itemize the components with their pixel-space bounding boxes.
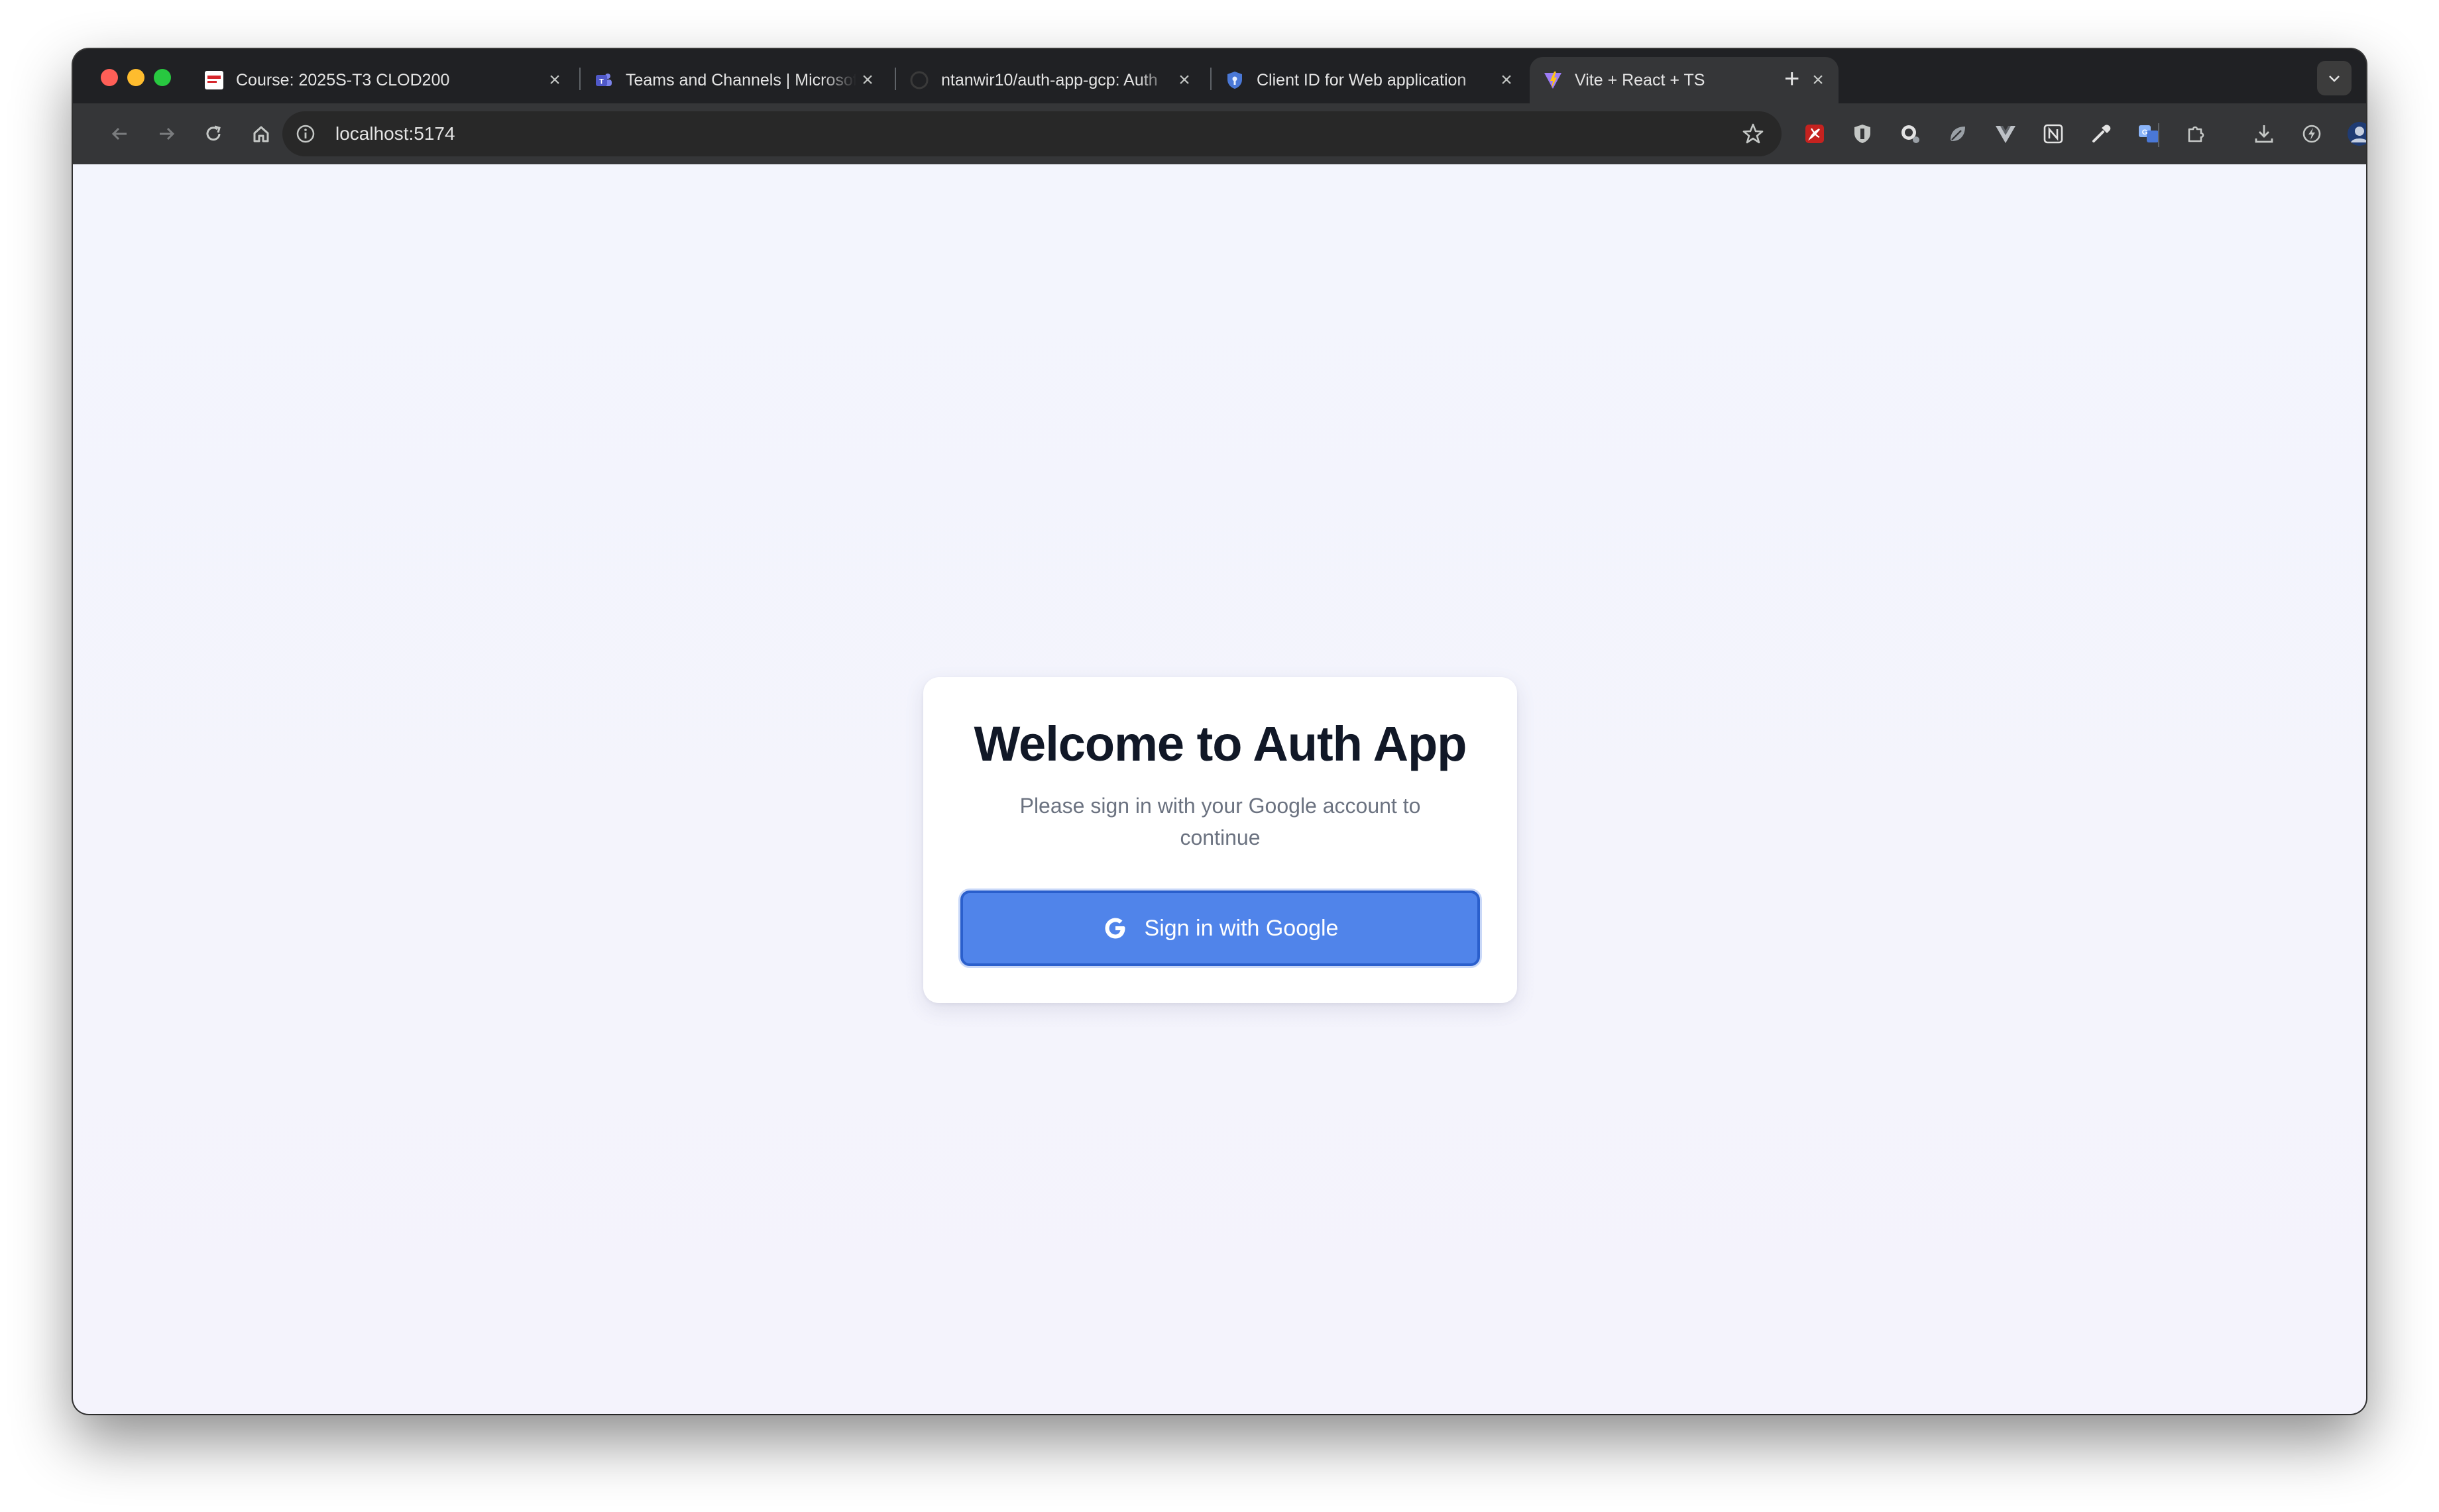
bookmark-star-icon[interactable] <box>1742 121 1764 150</box>
tab-teams[interactable]: T Teams and Channels | Microsoft × <box>581 57 888 103</box>
back-arrow-icon <box>111 127 127 140</box>
browser-window: Course: 2025S-T3 CLOD200 × T Teams and C… <box>73 49 2366 1414</box>
home-button[interactable] <box>245 118 277 150</box>
browser-toolbar: localhost:5174 G <box>73 103 2366 164</box>
close-tab-icon[interactable]: × <box>1807 69 1829 91</box>
tab-title: Course: 2025S-T3 CLOD200 <box>236 70 450 89</box>
performance-icon[interactable] <box>2296 118 2328 150</box>
address-bar[interactable]: localhost:5174 <box>282 111 1782 156</box>
close-tab-icon[interactable]: × <box>856 69 879 91</box>
sign-in-with-google-button[interactable]: Sign in with Google <box>960 891 1480 966</box>
translate-extension-icon[interactable]: G <box>2133 118 2165 150</box>
page-title: Welcome to Auth App <box>974 716 1467 771</box>
tab-title: Teams and Channels | Microsoft <box>626 70 856 89</box>
shield-extension-icon[interactable] <box>1846 118 1878 150</box>
vue-extension-icon[interactable] <box>1990 118 2021 150</box>
profile-avatar[interactable] <box>2344 118 2366 150</box>
maximize-window-button[interactable] <box>154 69 171 86</box>
back-button[interactable] <box>103 118 135 150</box>
tab-client-id[interactable]: Client ID for Web application × <box>1212 57 1527 103</box>
extensions-puzzle-icon[interactable] <box>2181 118 2212 150</box>
svg-text:T: T <box>599 78 604 86</box>
course-favicon <box>204 70 224 90</box>
notion-extension-icon[interactable] <box>2037 118 2069 150</box>
tab-github[interactable]: ntanwir10/auth-app-gcp: Auth × <box>896 57 1205 103</box>
svg-text:G: G <box>2142 129 2148 136</box>
pdf-extension-icon[interactable] <box>1799 118 1831 150</box>
search-lens-extension-icon[interactable] <box>1894 118 1926 150</box>
tab-search-menu-button[interactable] <box>2317 61 2352 95</box>
new-tab-button[interactable]: + <box>1784 64 1799 94</box>
vite-favicon <box>1543 70 1563 90</box>
minimize-window-button[interactable] <box>127 69 144 86</box>
forward-arrow-icon <box>160 127 175 140</box>
page-subtitle: Please sign in with your Google account … <box>1019 794 1421 849</box>
reload-button[interactable] <box>198 118 229 150</box>
google-cloud-shield-favicon <box>1225 70 1245 90</box>
close-window-button[interactable] <box>101 69 118 86</box>
toolbar-divider <box>2158 123 2159 147</box>
tab-course[interactable]: Course: 2025S-T3 CLOD200 × <box>191 57 575 103</box>
download-icon[interactable] <box>2248 118 2280 150</box>
reload-icon <box>206 125 221 141</box>
auth-card: Welcome to Auth App Please sign in with … <box>923 677 1517 1003</box>
leaf-extension-icon[interactable] <box>1942 118 1974 150</box>
url-text[interactable]: localhost:5174 <box>335 111 455 156</box>
color-picker-extension-icon[interactable] <box>2085 118 2117 150</box>
page-viewport: Welcome to Auth App Please sign in with … <box>73 164 2366 1414</box>
sign-in-label: Sign in with Google <box>1144 915 1339 941</box>
site-info-icon[interactable] <box>294 123 317 145</box>
close-tab-icon[interactable]: × <box>543 69 566 91</box>
close-tab-icon[interactable]: × <box>1495 69 1518 91</box>
tab-title: Client ID for Web application <box>1257 70 1467 89</box>
tab-strip: Course: 2025S-T3 CLOD200 × T Teams and C… <box>73 49 2366 103</box>
close-tab-icon[interactable]: × <box>1173 69 1196 91</box>
tab-title: Vite + React + TS <box>1575 70 1705 89</box>
google-g-icon <box>1102 915 1129 942</box>
chevron-down-icon <box>2329 76 2340 82</box>
home-icon <box>253 126 269 142</box>
tab-title: ntanwir10/auth-app-gcp: Auth <box>941 70 1158 89</box>
github-favicon <box>909 70 929 90</box>
teams-favicon: T <box>594 70 614 90</box>
forward-button[interactable] <box>151 118 183 150</box>
